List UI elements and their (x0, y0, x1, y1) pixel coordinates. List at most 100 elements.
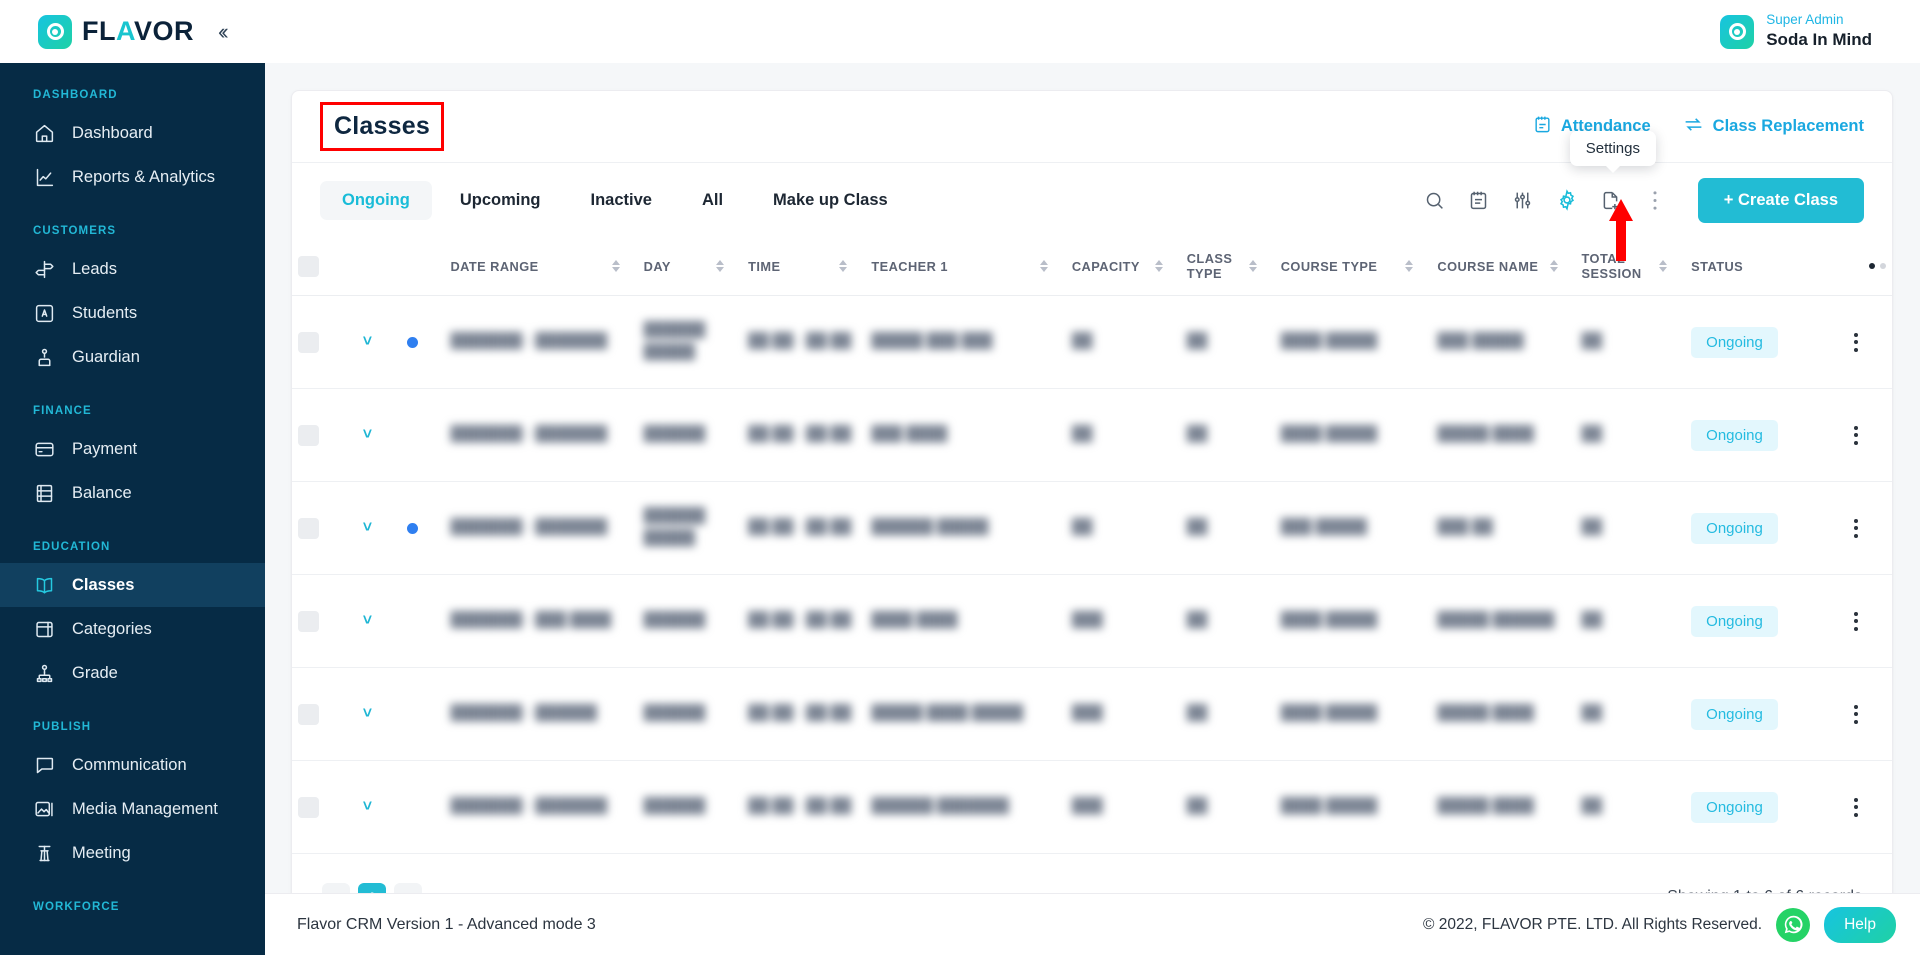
sidebar-item-balance[interactable]: Balance (0, 471, 265, 515)
sidebar-item-categories[interactable]: Categories (0, 607, 265, 651)
chevron-down-icon[interactable]: ˅ (363, 705, 372, 723)
chevron-down-icon[interactable]: ˅ (363, 612, 372, 630)
chevron-down-icon[interactable]: ˅ (363, 426, 372, 444)
cell-day: ██████ (643, 705, 706, 722)
cell-teacher: ██████ █████ (871, 519, 989, 536)
col-day[interactable]: DAY (637, 237, 743, 296)
chevron-down-icon[interactable]: ˅ (363, 798, 372, 816)
sidebar-section-publish: PUBLISH (33, 721, 92, 733)
row-checkbox[interactable] (298, 331, 319, 353)
sort-toggle-icon[interactable] (1549, 260, 1570, 272)
select-all-checkbox[interactable] (298, 255, 319, 277)
row-checkbox[interactable] (298, 703, 319, 725)
create-class-button[interactable]: + Create Class (1697, 177, 1864, 223)
sort-toggle-icon[interactable] (1405, 260, 1425, 272)
sidebar-item-classes[interactable]: Classes (0, 563, 265, 607)
sidebar-item-leads[interactable]: Leads (0, 247, 265, 291)
tab-ongoing[interactable]: Ongoing (320, 180, 432, 220)
row-checkbox[interactable] (298, 517, 319, 539)
kebab-menu-icon[interactable] (1644, 189, 1666, 211)
table-row[interactable]: ˅ ███████ - ███ ████ ██████ ██:██ - ██:██ ██… (292, 575, 1892, 668)
tab-all[interactable]: All (680, 181, 745, 220)
sort-toggle-icon[interactable] (1039, 260, 1060, 272)
status-badge: Ongoing (1691, 419, 1778, 451)
col-teacher-1[interactable]: TEACHER 1 (865, 237, 1066, 296)
table-row[interactable]: ˅ ███████ - ███████ ██████ █████ ██:██ - ██… (292, 482, 1892, 575)
filter-sliders-icon[interactable] (1512, 189, 1534, 211)
sidebar-item-meeting[interactable]: Meeting (0, 831, 265, 875)
podium-icon (33, 842, 55, 864)
sort-toggle-icon[interactable] (611, 260, 632, 272)
column-pager-dots[interactable] (1827, 263, 1886, 269)
sidebar-item-media-management[interactable]: Media Management (0, 787, 265, 831)
sidebar-item-dashboard[interactable]: Dashboard (0, 111, 265, 155)
cell-total-session: ██ (1581, 519, 1603, 536)
chart-line-icon (33, 166, 55, 188)
class-replacement-button[interactable]: Class Replacement (1683, 114, 1864, 140)
row-checkbox[interactable] (298, 424, 319, 446)
row-kebab-menu-icon[interactable] (1827, 611, 1886, 631)
chevron-down-icon[interactable]: ˅ (363, 333, 372, 351)
col-class-type[interactable]: CLASS TYPE (1180, 237, 1275, 296)
row-kebab-menu-icon[interactable] (1827, 797, 1886, 817)
col-time[interactable]: TIME (742, 237, 866, 296)
row-kebab-menu-icon[interactable] (1827, 425, 1886, 445)
tab-upcoming[interactable]: Upcoming (438, 181, 563, 220)
cell-teacher-wrap: ██████ █████ (865, 482, 1066, 575)
row-checkbox[interactable] (298, 796, 319, 818)
box-icon (33, 618, 55, 640)
row-checkbox[interactable] (298, 610, 319, 632)
sort-toggle-icon[interactable] (1659, 260, 1679, 272)
user-name: Soda In Mind (1766, 30, 1872, 50)
cell-date-range-wrap: ███████ - ███████ (444, 761, 637, 854)
whatsapp-icon[interactable] (1776, 907, 1811, 942)
col-capacity[interactable]: CAPACITY (1065, 237, 1181, 296)
sort-toggle-icon[interactable] (716, 260, 736, 272)
cell-actions-wrap (1821, 389, 1892, 482)
sidebar-collapse-icon[interactable]: ‹‹ (218, 20, 228, 43)
table-row[interactable]: ˅ ███████ - ███████ ██████ ██:██ - ██:██ ███… (292, 761, 1892, 854)
cell-date-range: ███████ - ██████ (450, 705, 597, 722)
table-row[interactable]: ˅ ███████ - ██████ ██████ ██:██ - ██:██ ████… (292, 668, 1892, 761)
status-badge: Ongoing (1691, 605, 1778, 637)
sidebar-item-guardian[interactable]: Guardian (0, 335, 265, 379)
sidebar-item-communication[interactable]: Communication (0, 743, 265, 787)
user-profile[interactable]: Super Admin Soda In Mind (1720, 12, 1872, 50)
gear-settings-icon[interactable] (1556, 189, 1578, 211)
row-kebab-menu-icon[interactable] (1827, 518, 1886, 538)
home-icon (33, 122, 55, 144)
cell-time-wrap: ██:██ - ██:██ (742, 668, 865, 761)
cell-class-type: ██ (1186, 519, 1208, 536)
row-kebab-menu-icon[interactable] (1827, 704, 1886, 724)
settings-tooltip: Settings (1569, 131, 1656, 166)
sidebar-item-grade[interactable]: Grade (0, 651, 265, 695)
tab-list: Ongoing Upcoming Inactive All Make up Class (320, 180, 910, 220)
sort-toggle-icon[interactable] (1154, 260, 1175, 272)
cell-actions-wrap (1821, 296, 1892, 389)
hierarchy-icon (33, 662, 55, 684)
row-kebab-menu-icon[interactable] (1827, 332, 1886, 352)
chevron-down-icon[interactable]: ˅ (363, 519, 372, 537)
calendar-note-icon[interactable] (1468, 189, 1490, 211)
cell-day-wrap: ██████ (638, 575, 742, 668)
col-date-range[interactable]: DATE RANGE (444, 237, 638, 296)
cell-actions-wrap (1821, 575, 1892, 668)
sidebar-item-payment[interactable]: Payment (0, 427, 265, 471)
tab-make-up-class[interactable]: Make up Class (751, 181, 910, 220)
cell-day-wrap: ██████ (638, 761, 742, 854)
sidebar-item-label: Media Management (72, 799, 218, 818)
image-icon (33, 798, 55, 820)
sort-toggle-icon[interactable] (839, 260, 859, 272)
table-row[interactable]: ˅ ███████ - ███████ ██████ ██:██ - ██:██ ███… (292, 389, 1892, 482)
ledger-icon (33, 482, 55, 504)
sidebar-item-reports-analytics[interactable]: Reports & Analytics (0, 155, 265, 199)
col-course-type[interactable]: COURSE TYPE (1274, 237, 1432, 296)
sidebar-item-students[interactable]: Students (0, 291, 265, 335)
cell-teacher: ███ ████ (871, 426, 948, 443)
search-icon[interactable] (1424, 189, 1446, 211)
sort-toggle-icon[interactable] (1248, 260, 1269, 272)
help-button[interactable]: Help (1824, 906, 1896, 943)
col-course-name[interactable]: COURSE NAME (1431, 237, 1576, 296)
tab-inactive[interactable]: Inactive (569, 181, 674, 220)
table-row[interactable]: ˅ ███████ - ███████ ██████ █████ ██:██ - ██… (292, 296, 1892, 389)
